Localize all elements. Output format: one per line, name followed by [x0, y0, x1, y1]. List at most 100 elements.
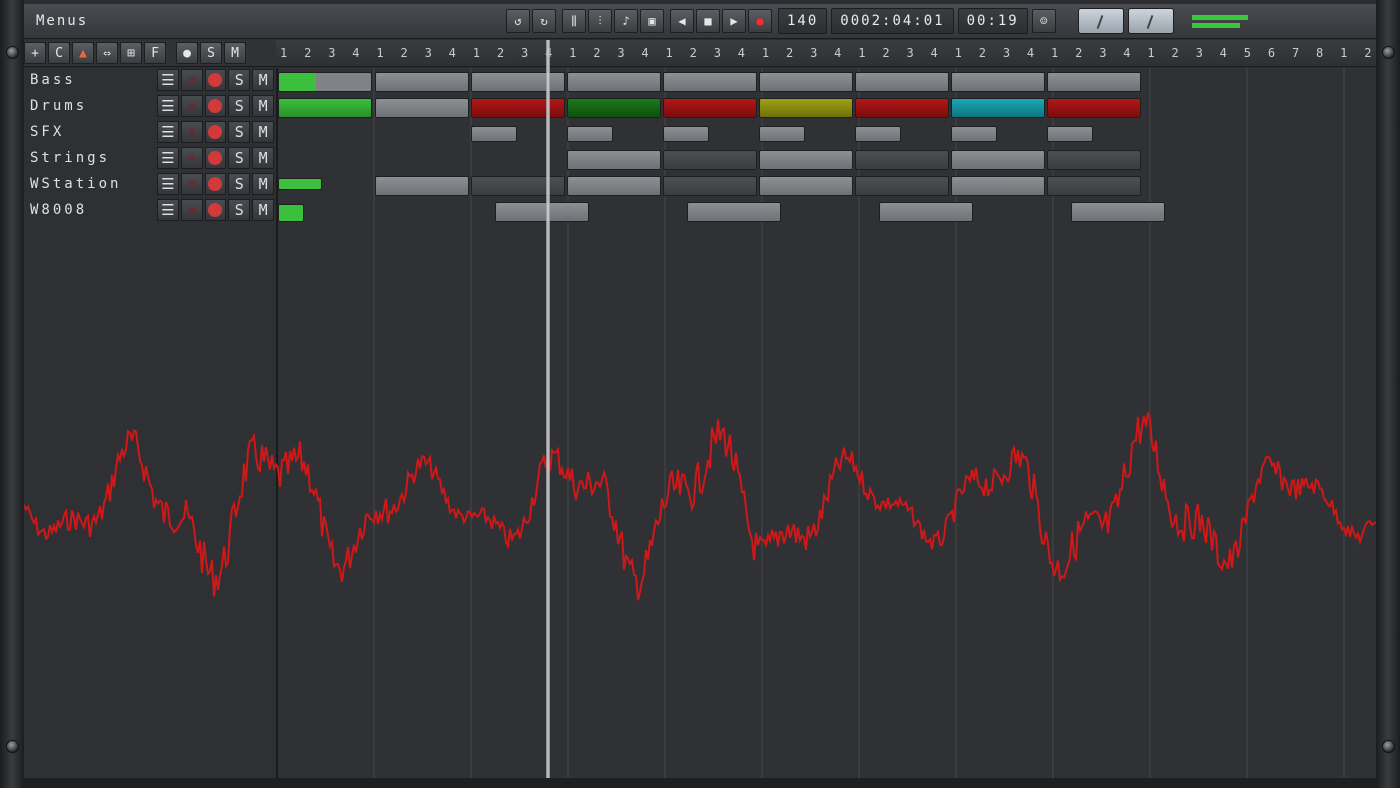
clip-sfx[interactable]: [951, 126, 997, 142]
mute-all-button[interactable]: M: [224, 42, 246, 64]
clip-sfx[interactable]: [855, 126, 901, 142]
solo-button[interactable]: S: [228, 147, 251, 169]
monitor-button[interactable]: [180, 121, 203, 143]
redo-icon[interactable]: ↻: [532, 9, 556, 33]
track-header[interactable]: Strings ☰ S M: [24, 146, 276, 170]
screen-icon[interactable]: ▣: [640, 9, 664, 33]
track-header[interactable]: Drums ☰ S M: [24, 94, 276, 118]
eq-icon[interactable]: ⫶: [588, 9, 612, 33]
clip-drums[interactable]: [1047, 98, 1141, 118]
mute-button[interactable]: M: [252, 173, 275, 195]
arrows-icon[interactable]: ⇔: [96, 42, 118, 64]
clip-wstation[interactable]: [567, 176, 661, 196]
clip-bass[interactable]: [278, 72, 372, 92]
track-header[interactable]: Bass ☰ S M: [24, 68, 276, 92]
playhead-cursor[interactable]: [546, 40, 550, 778]
c-button[interactable]: C: [48, 42, 70, 64]
track-name[interactable]: Strings: [24, 150, 157, 166]
clip-w8008[interactable]: [1071, 202, 1165, 222]
solo-all-button[interactable]: S: [200, 42, 222, 64]
clip-drums[interactable]: [951, 98, 1045, 118]
clip-bass[interactable]: [951, 72, 1045, 92]
monitor-button[interactable]: [180, 95, 203, 117]
list-icon[interactable]: ☰: [156, 95, 179, 117]
monitor-button[interactable]: [180, 199, 203, 221]
clip-sfx[interactable]: [567, 126, 613, 142]
smiley-icon[interactable]: ☺: [1031, 9, 1056, 33]
record-arm-button[interactable]: [204, 69, 227, 91]
solo-button[interactable]: S: [228, 121, 251, 143]
track-name[interactable]: W8008: [24, 202, 157, 218]
metronome-icon[interactable]: ▲: [72, 42, 94, 64]
clip-wstation[interactable]: [759, 176, 853, 196]
clip-drums[interactable]: [759, 98, 853, 118]
clip-drums[interactable]: [375, 98, 469, 118]
menus-button[interactable]: Menus: [36, 13, 506, 29]
clip-w8008[interactable]: [687, 202, 781, 222]
track-name[interactable]: WStation: [24, 176, 157, 192]
f-button[interactable]: F: [144, 42, 166, 64]
clip-bass[interactable]: [663, 72, 757, 92]
clip-sfx[interactable]: [663, 126, 709, 142]
mute-button[interactable]: M: [252, 147, 275, 169]
track-header[interactable]: W8008 ☰ S M: [24, 198, 276, 222]
position-readout[interactable]: 0002:04:01: [831, 8, 954, 34]
clip-wstation[interactable]: [951, 176, 1045, 196]
clip-sfx[interactable]: [759, 126, 805, 142]
track-name[interactable]: Drums: [24, 98, 157, 114]
record-arm-button[interactable]: [204, 147, 227, 169]
clip-drums[interactable]: [855, 98, 949, 118]
clip-bass[interactable]: [567, 72, 661, 92]
solo-button[interactable]: S: [228, 69, 251, 91]
track-name[interactable]: SFX: [24, 124, 157, 140]
solo-button[interactable]: S: [228, 95, 251, 117]
tempo-readout[interactable]: 140: [778, 8, 828, 34]
list-icon[interactable]: ☰: [156, 69, 179, 91]
list-icon[interactable]: ☰: [156, 173, 179, 195]
mute-button[interactable]: M: [252, 199, 275, 221]
track-header[interactable]: WStation ☰ S M: [24, 172, 276, 196]
mute-button[interactable]: M: [252, 121, 275, 143]
mute-button[interactable]: M: [252, 95, 275, 117]
clip-w8008[interactable]: [278, 204, 304, 222]
clip-strings[interactable]: [951, 150, 1045, 170]
clip-strings[interactable]: [855, 150, 949, 170]
undo-icon[interactable]: ↺: [506, 9, 530, 33]
clip-w8008[interactable]: [495, 202, 589, 222]
monitor-button[interactable]: [180, 69, 203, 91]
track-name[interactable]: Bass: [24, 72, 157, 88]
clip-wstation[interactable]: [1047, 176, 1141, 196]
list-icon[interactable]: ☰: [156, 121, 179, 143]
clip-bass[interactable]: [471, 72, 565, 92]
clip-strings[interactable]: [759, 150, 853, 170]
clip-bass[interactable]: [1047, 72, 1141, 92]
clip-strings[interactable]: [663, 150, 757, 170]
clip-drums[interactable]: [278, 98, 372, 118]
monitor-button[interactable]: [180, 173, 203, 195]
mute-button[interactable]: M: [252, 69, 275, 91]
clip-sfx[interactable]: [1047, 126, 1093, 142]
clip-wstation[interactable]: [471, 176, 565, 196]
record-arm-button[interactable]: [204, 199, 227, 221]
clip-wstation[interactable]: [855, 176, 949, 196]
add-track-button[interactable]: +: [24, 42, 46, 64]
timeline-ruler[interactable]: 1234123412341234123412341234123412341234…: [276, 40, 1376, 67]
circle-icon[interactable]: ●: [176, 42, 198, 64]
clip-drums[interactable]: [663, 98, 757, 118]
solo-button[interactable]: S: [228, 199, 251, 221]
note-icon[interactable]: ♪: [614, 9, 638, 33]
play-icon[interactable]: ▶: [722, 9, 746, 33]
clip-wstation[interactable]: [663, 176, 757, 196]
clip-drums[interactable]: [567, 98, 661, 118]
list-icon[interactable]: ☰: [156, 147, 179, 169]
clip-wstation[interactable]: [375, 176, 469, 196]
clip-wstation[interactable]: [278, 178, 322, 190]
clip-strings[interactable]: [1047, 150, 1141, 170]
clip-strings[interactable]: [567, 150, 661, 170]
record-arm-button[interactable]: [204, 95, 227, 117]
clip-w8008[interactable]: [879, 202, 973, 222]
record-arm-button[interactable]: [204, 173, 227, 195]
clip-drums[interactable]: [471, 98, 565, 118]
track-header[interactable]: SFX ☰ S M: [24, 120, 276, 144]
clip-bass[interactable]: [855, 72, 949, 92]
